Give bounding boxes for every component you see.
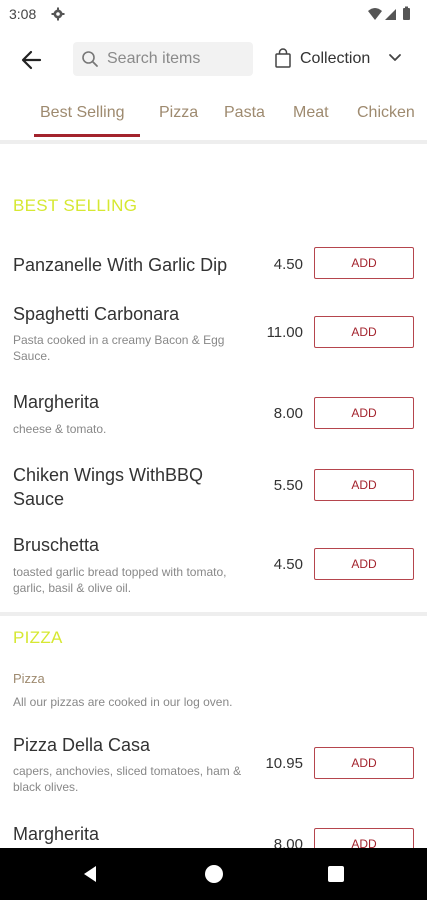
add-button[interactable]: ADD bbox=[314, 397, 414, 429]
item-name: Panzanelle With Garlic Dip bbox=[13, 255, 228, 275]
active-tab-indicator bbox=[34, 134, 140, 137]
collection-label: Collection bbox=[300, 50, 371, 67]
add-button[interactable]: ADD bbox=[314, 247, 414, 279]
wifi-icon bbox=[368, 8, 382, 20]
collection-selector[interactable]: Collection bbox=[270, 42, 410, 76]
add-button[interactable]: ADD bbox=[314, 747, 414, 779]
status-time: 3:08 bbox=[9, 6, 37, 22]
item-price: 5.50 bbox=[273, 477, 303, 494]
battery-icon bbox=[403, 8, 410, 20]
status-icons bbox=[368, 6, 410, 20]
category-tabs: Best Selling Pizza Pasta Meat Chicken bbox=[0, 90, 427, 138]
shopping-bag-icon bbox=[275, 48, 291, 68]
tab-chicken[interactable]: Chicken bbox=[357, 104, 415, 122]
search-icon bbox=[82, 51, 98, 67]
item-name: Chiken Wings WithBBQ Sauce bbox=[13, 465, 204, 509]
item-description: capers, anchovies, sliced tomatoes, ham … bbox=[13, 764, 242, 794]
item-price: 4.50 bbox=[273, 556, 303, 573]
app-header: Collection Best Selling Pizza Pasta Meat… bbox=[0, 28, 427, 144]
settings-gear-icon bbox=[51, 7, 65, 21]
chevron-down-icon bbox=[389, 54, 401, 61]
item-price: 4.50 bbox=[273, 256, 303, 273]
item-price: 10.95 bbox=[265, 755, 303, 772]
tab-pizza[interactable]: Pizza bbox=[159, 104, 198, 122]
search-input[interactable] bbox=[107, 48, 247, 70]
section-divider bbox=[0, 612, 427, 616]
search-box[interactable] bbox=[73, 42, 253, 76]
section-title-best-selling: BEST SELLING bbox=[13, 196, 138, 215]
item-name: Bruschetta bbox=[13, 535, 100, 555]
add-button[interactable]: ADD bbox=[314, 469, 414, 501]
system-navigation-bar bbox=[0, 848, 427, 900]
item-description: Pasta cooked in a creamy Bacon & Egg Sau… bbox=[13, 333, 225, 363]
nav-back-icon[interactable] bbox=[80, 864, 100, 884]
item-name: Spaghetti Carbonara bbox=[13, 304, 180, 324]
item-name: Margherita bbox=[13, 824, 100, 844]
tab-meat[interactable]: Meat bbox=[293, 104, 329, 122]
signal-icon bbox=[385, 9, 396, 20]
add-button[interactable]: ADD bbox=[314, 316, 414, 348]
tab-pasta[interactable]: Pasta bbox=[224, 104, 265, 122]
item-price: 8.00 bbox=[273, 405, 303, 422]
subsection-title: Pizza bbox=[13, 671, 45, 686]
item-price: 11.00 bbox=[266, 324, 303, 341]
status-bar: 3:08 bbox=[0, 0, 427, 28]
section-title-pizza: PIZZA bbox=[13, 628, 63, 647]
add-button[interactable]: ADD bbox=[314, 548, 414, 580]
item-description: cheese & tomato. bbox=[13, 422, 107, 436]
item-name: Pizza Della Casa bbox=[13, 735, 151, 755]
nav-recent-apps-icon[interactable] bbox=[328, 866, 344, 882]
item-name: Margherita bbox=[13, 392, 100, 412]
back-arrow-icon[interactable] bbox=[16, 46, 48, 74]
subsection-description: All our pizzas are cooked in our log ove… bbox=[13, 695, 233, 709]
nav-home-icon[interactable] bbox=[205, 865, 223, 883]
tab-best-selling[interactable]: Best Selling bbox=[40, 104, 125, 122]
item-description: toasted garlic bread topped with tomato,… bbox=[13, 565, 227, 595]
